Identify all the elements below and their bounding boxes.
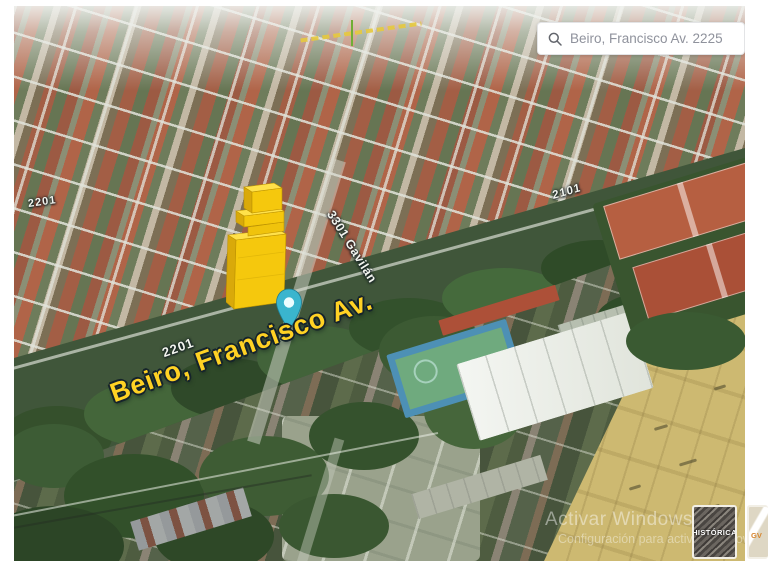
layer-tile-label: HISTÓRICA (692, 527, 737, 537)
map-3d-view[interactable]: Beiro, Francisco Av. 2201 2201 2101 3301… (14, 6, 745, 561)
court-marking (410, 356, 441, 387)
map-artifact-line (351, 20, 353, 46)
layer-tile-label: GV (751, 531, 762, 540)
tree-blob (279, 494, 389, 558)
screenshot-frame: Beiro, Francisco Av. 2201 2201 2101 3301… (0, 0, 768, 576)
tree-blob (626, 312, 745, 370)
layer-tile-next[interactable]: GV (747, 505, 768, 559)
search-input-value[interactable]: Beiro, Francisco Av. 2225 (570, 31, 723, 46)
search-icon (548, 32, 562, 46)
search-bar[interactable]: Beiro, Francisco Av. 2225 (537, 22, 745, 55)
layer-tile-historic[interactable]: HISTÓRICA (692, 505, 737, 559)
tree-blob (309, 402, 419, 470)
